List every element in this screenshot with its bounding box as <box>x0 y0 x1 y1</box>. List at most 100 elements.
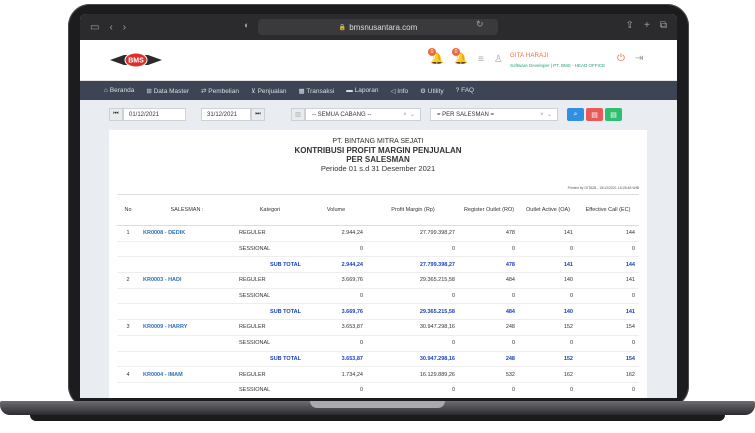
gear-icon: ⚙ <box>420 87 426 95</box>
nav-label: Utility <box>427 87 444 95</box>
effective-call-cell: 162 <box>577 366 639 383</box>
subtotal-volume: 3.653,87 <box>305 351 367 368</box>
search-icon: ⌕ <box>573 110 578 118</box>
new-tab-icon[interactable]: + <box>644 20 650 31</box>
nav-label: FAQ <box>461 87 475 94</box>
subtotal-outlet-active: 152 <box>519 351 577 368</box>
col-outlet-active: Outlet Active (OA) <box>519 194 577 226</box>
message-bell-icon[interactable]: 🔔 0 <box>452 48 468 66</box>
salesman-link[interactable]: KR0004 - IMAM <box>139 366 235 383</box>
bms-logo[interactable]: BMS <box>110 51 162 69</box>
user-role: Software Developer | PT. BMS - HEAD OFFI… <box>510 63 605 68</box>
nav-label: Penjualan <box>257 87 287 95</box>
user-avatar-icon[interactable]: ♙ <box>494 54 503 65</box>
clear-chevron-icon: × ⌄ <box>403 112 415 118</box>
col-effective-call: Effective Call (EC) <box>577 194 639 226</box>
power-icon[interactable]: ⏻ <box>617 53 625 64</box>
company-name: PT. BINTANG MITRA SEJATI <box>332 138 424 145</box>
branch-select[interactable]: -- SEMUA CABANG -- × ⌄ <box>305 108 421 121</box>
date-last-button[interactable]: ⏭ <box>251 108 265 121</box>
empty-cell <box>117 351 139 368</box>
table-row: 4 KR0004 - IMAM REGULER 1.734,24 16.129.889,… <box>117 366 639 383</box>
row-number <box>117 288 139 305</box>
volume-cell: 0 <box>305 335 367 352</box>
subtotal-volume: 2.944,24 <box>305 256 367 274</box>
back-icon[interactable]: ‹ <box>109 22 112 33</box>
effective-call-cell: 0 <box>577 241 639 258</box>
lock-icon: 🔒 <box>338 24 347 31</box>
register-outlet-cell: 484 <box>459 272 519 289</box>
date-to-input[interactable]: 31/12/2021 <box>201 108 251 121</box>
question-icon: ? <box>455 87 460 94</box>
logout-icon[interactable]: ⇥ <box>635 53 643 64</box>
salesman-value: = PER SALESMAN = <box>437 111 495 118</box>
folder-icon: ▬ <box>346 87 353 94</box>
forward-icon[interactable]: › <box>123 22 126 33</box>
calculator-icon: ▦ <box>298 87 305 95</box>
table-row: SESSIONAL 0 0 0 0 0 <box>117 382 639 398</box>
salesman-link[interactable]: KR0008 - DEDIK <box>139 225 235 242</box>
volume-cell: 3.653,87 <box>305 319 367 336</box>
notification-bell-icon[interactable]: 🔔 0 <box>428 48 444 66</box>
volume-cell: 3.669,76 <box>305 272 367 289</box>
kategori-cell: REGULER <box>235 225 305 242</box>
nav-item-beranda[interactable]: ⌂ Beranda <box>104 87 134 94</box>
effective-call-cell: 0 <box>577 335 639 352</box>
filter-bar: ⏮ 01/12/2021 31/12/2021 ⏭ ▥ -- SEMUA CAB… <box>80 100 677 130</box>
kategori-cell: SESSIONAL <box>235 241 305 258</box>
table-row: 1 KR0008 - DEDIK REGULER 2.944,24 27.799.398… <box>117 225 639 242</box>
sitemap-icon: ⊞ <box>146 87 152 95</box>
subtotal-label: SUB TOTAL <box>235 303 305 321</box>
profit-cell: 0 <box>367 288 459 305</box>
profit-cell: 0 <box>367 335 459 352</box>
volume-cell: 1.734,24 <box>305 366 367 383</box>
reload-icon[interactable]: ↻ <box>476 19 484 30</box>
date-from-value: 01/12/2021 <box>129 111 160 118</box>
search-button[interactable]: ⌕ <box>567 108 584 121</box>
date-first-button[interactable]: ⏮ <box>109 108 123 121</box>
nav-item-penjualan[interactable]: ⊻ Penjualan <box>251 87 287 95</box>
share-icon[interactable]: ⇪ <box>626 20 634 31</box>
nav-item-transaksi[interactable]: ▦ Transaksi <box>298 87 334 95</box>
subtotal-register-outlet: 248 <box>459 351 519 368</box>
salesman-link[interactable]: KR0009 - HARRY <box>139 319 235 336</box>
register-outlet-cell: 0 <box>459 241 519 258</box>
sidebar-toggle-icon[interactable]: ▭ <box>90 22 99 33</box>
laptop-base-shadow <box>30 415 725 421</box>
register-outlet-cell: 532 <box>459 366 519 383</box>
nav-item-data-master[interactable]: ⊞ Data Master <box>146 87 189 95</box>
subtotal-row: SUB TOTAL 2.944,24 27.799.398,27 478 141 144 <box>117 256 639 274</box>
user-info[interactable]: GITA HARAJI Software Developer | PT. BMS… <box>510 52 605 70</box>
table-row: 3 KR0009 - HARRY REGULER 3.653,87 30.947.298… <box>117 319 639 336</box>
date-from-input[interactable]: 01/12/2021 <box>123 108 186 121</box>
row-number: 1 <box>117 225 139 242</box>
outlet-active-cell: 0 <box>519 382 577 398</box>
pdf-button[interactable]: ▤ <box>586 108 603 121</box>
nav-item-info[interactable]: ◁ Info <box>390 87 408 95</box>
report-card: PT. BINTANG MITRA SEJATI KONTRIBUSI PROF… <box>109 130 647 398</box>
address-bar[interactable]: 🔒 bmsnusantara.com <box>258 19 498 35</box>
branch-lock-button[interactable]: ▥ <box>291 108 305 121</box>
subtotal-label: SUB TOTAL <box>235 256 305 274</box>
kategori-cell: SESSIONAL <box>235 335 305 352</box>
report-period: Periode 01 s.d 31 Desember 2021 <box>320 164 436 173</box>
nav-item-pembelian[interactable]: ⇄ Pembelian <box>201 87 239 95</box>
col-profit-margin: Profit Margin (Rp) <box>367 194 459 226</box>
cart-icon: ⊻ <box>250 87 256 95</box>
salesman-select[interactable]: = PER SALESMAN = × ⌄ <box>430 108 558 121</box>
nav-item-laporan[interactable]: ▬ Laporan <box>346 87 378 94</box>
excel-button[interactable]: ▤ <box>605 108 622 121</box>
menu-icon[interactable]: ≡ <box>478 54 484 65</box>
tabs-overview-icon[interactable]: ⧉ <box>660 20 667 31</box>
excel-icon: ▤ <box>610 111 617 119</box>
effective-call-cell: 154 <box>577 319 639 336</box>
privacy-icon[interactable]: ◐ <box>244 20 249 30</box>
salesman-link <box>139 335 235 352</box>
salesman-link[interactable]: KR0003 - HADI <box>139 272 235 289</box>
kategori-cell: REGULER <box>235 366 305 383</box>
col-register-outlet: Register Outlet (RO) <box>459 194 519 226</box>
subtotal-effective-call: 154 <box>577 351 639 368</box>
profit-cell: 0 <box>367 382 459 398</box>
nav-item-utility[interactable]: ⚙ Utility <box>420 87 444 95</box>
nav-item-faq[interactable]: ? FAQ <box>456 87 474 94</box>
